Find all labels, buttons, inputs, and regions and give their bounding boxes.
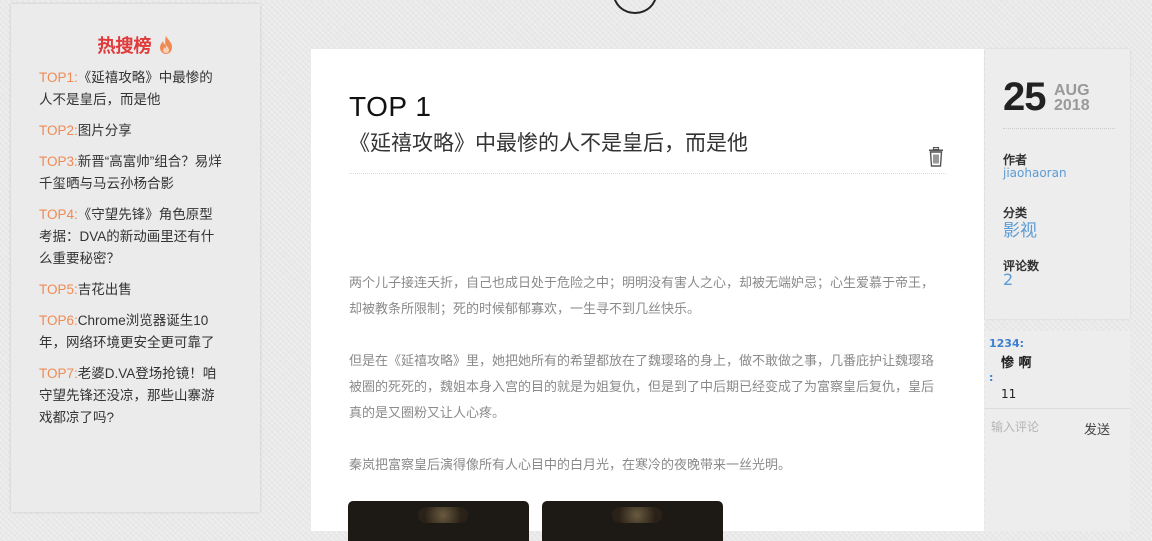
hot-item[interactable]: TOP1:《延禧攻略》中最惨的人不是皇后，而是他 xyxy=(39,67,224,111)
hot-item-rank: TOP5: xyxy=(39,282,78,297)
hot-item[interactable]: TOP5:吉花出售 xyxy=(39,279,224,301)
comment-panel: 1234: 惨 啊 : 11 发送 xyxy=(985,331,1130,531)
comment-count: 2 xyxy=(1003,270,1014,289)
article-image[interactable] xyxy=(542,501,723,541)
article-paragraph: 两个儿子接连夭折，自己也成日处于危险之中；明明没有害人之心，却被无端妒忌；心生爱… xyxy=(349,276,935,317)
meta-divider xyxy=(1003,128,1115,129)
comment-text: 惨 啊 xyxy=(1001,356,1032,371)
hot-item[interactable]: TOP4:《守望先锋》角色原型考据：DVA的新动画里还有什么重要秘密？ xyxy=(39,204,224,270)
comment-text: 11 xyxy=(1001,387,1017,401)
hot-item-title: 图片分享 xyxy=(77,123,132,138)
article-image[interactable] xyxy=(348,501,529,541)
hot-item-rank: TOP4: xyxy=(39,207,78,222)
comment-divider xyxy=(985,408,1130,409)
trash-icon[interactable] xyxy=(927,147,945,167)
hot-item[interactable]: TOP3:新晋“高富帅”组合？易烊千玺晒与马云孙杨合影 xyxy=(39,151,224,195)
hot-list-panel: 热搜榜 TOP1:《延禧攻略》中最惨的人不是皇后，而是他 TOP2:图片分享 TOP… xyxy=(11,4,260,512)
hot-item-rank: TOP7: xyxy=(39,366,78,381)
article-paragraph: 但是在《延禧攻略》里，她把她所有的希望都放在了魏璎珞的身上，做不敢做之事，几番庇… xyxy=(349,354,935,421)
post-date-year: 2018 xyxy=(1054,97,1090,114)
article-paragraph: 秦岚把富察皇后演得像所有人心目中的白月光，在寒冷的夜晚带来一丝光明。 xyxy=(349,458,792,473)
send-comment-button[interactable]: 发送 xyxy=(1084,419,1110,438)
post-meta-panel: 25 AUG 2018 作者 jiaohaoran 分类 影视 评论数 2 xyxy=(985,49,1130,319)
hot-item-rank: TOP3: xyxy=(39,154,78,169)
hot-item-rank: TOP2: xyxy=(39,123,78,138)
hot-item[interactable]: TOP7:老婆D.VA登场抢镜！咱守望先锋还没凉，那些山寨游戏都凉了吗? xyxy=(39,363,224,429)
post-date-day: 25 xyxy=(1003,75,1046,119)
hot-item-rank: TOP1: xyxy=(39,70,78,85)
comment-input[interactable] xyxy=(989,415,1078,439)
category-link[interactable]: 影视 xyxy=(1003,216,1037,241)
comment-author: : xyxy=(989,371,994,384)
top-circle-decoration xyxy=(613,0,657,14)
hot-item[interactable]: TOP2:图片分享 xyxy=(39,120,224,142)
article-divider xyxy=(349,173,946,174)
hot-list-title: 热搜榜 xyxy=(97,36,152,56)
hot-list-header: 热搜榜 xyxy=(11,32,260,58)
hot-list: TOP1:《延禧攻略》中最惨的人不是皇后，而是他 TOP2:图片分享 TOP3:新晋… xyxy=(39,67,224,438)
article-body: 两个儿子接连夭折，自己也成日处于危险之中；明明没有害人之心，却被无端妒忌；心生爱… xyxy=(349,271,939,505)
article-title: 《延禧攻略》中最惨的人不是皇后，而是他 xyxy=(349,131,748,155)
comment-author: 1234: xyxy=(989,337,1025,350)
fire-icon xyxy=(159,36,172,54)
article-rank-label: TOP 1 xyxy=(349,91,432,122)
hot-item-title: 吉花出售 xyxy=(77,282,132,297)
article-card: TOP 1 《延禧攻略》中最惨的人不是皇后，而是他 两个儿子接连夭折，自己也成日… xyxy=(311,49,984,541)
hot-item-rank: TOP6: xyxy=(39,313,78,328)
author-link[interactable]: jiaohaoran xyxy=(1003,166,1067,180)
hot-item[interactable]: TOP6:Chrome浏览器诞生10年，网络环境更安全更可靠了 xyxy=(39,310,224,354)
